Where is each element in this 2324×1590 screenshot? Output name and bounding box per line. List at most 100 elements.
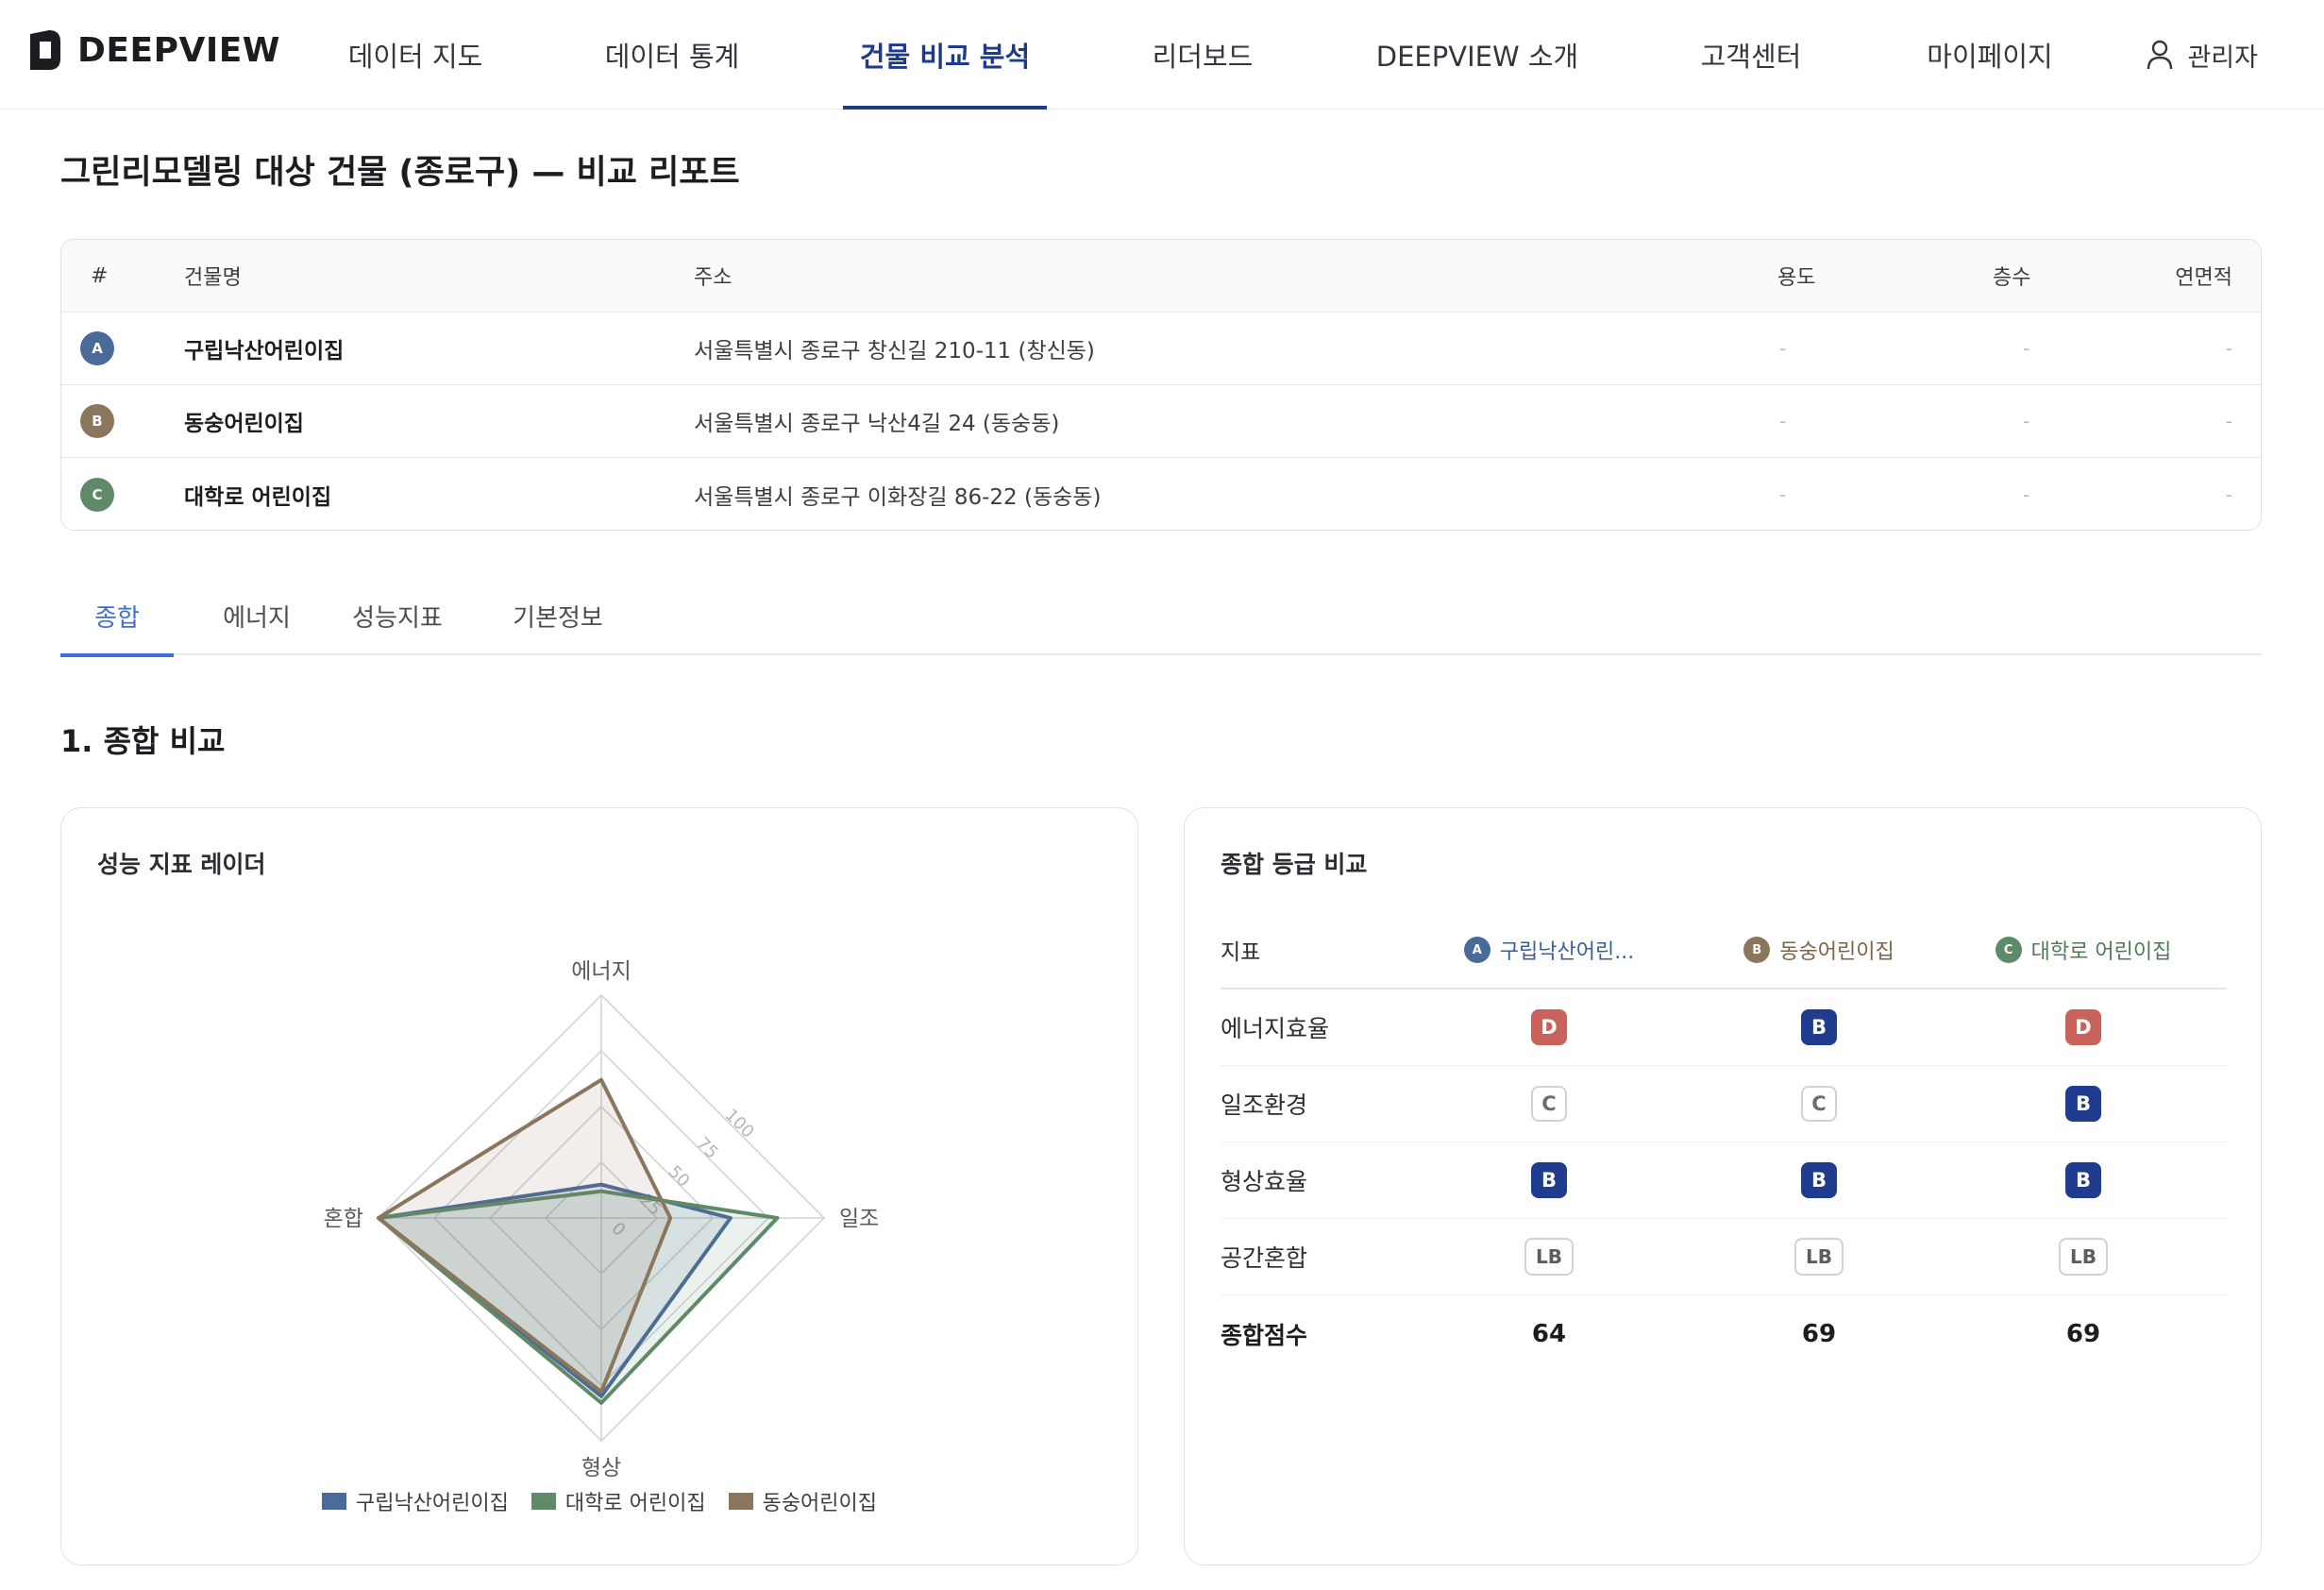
radar-axis-label: 에너지 [571,959,631,984]
building-floors: - [2023,337,2030,360]
nav-item-label: 마이페이지 [1927,41,2053,73]
tab-label: 기본정보 [513,603,603,633]
header-name: 건물명 [184,266,242,290]
user-icon [2147,40,2173,70]
logo-text: DEEPVIEW [77,30,281,70]
tab-label: 종합 [94,603,140,633]
legend-item[interactable]: 동숭어린이집 [728,1486,878,1516]
legend-label: 동숭어린이집 [762,1492,878,1515]
header-index: # [91,263,109,288]
column-badge: A [1463,937,1490,963]
column-badge: B [1743,937,1771,963]
indicator-label: 공간혼합 [1221,1244,1308,1272]
table-row[interactable]: B 동숭어린이집 서울특별시 종로구 낙산4길 24 (동숭동) - - - [61,385,2261,458]
grade-cell: B [1951,1142,2215,1218]
table-row[interactable]: C 대학로 어린이집 서울특별시 종로구 이화장길 86-22 (동숭동) - - - [61,458,2261,530]
nav-item-label: 리더보드 [1152,41,1254,73]
building-column-header: C 대학로 어린이집 [1951,912,2215,988]
legend-item[interactable]: 구립낙산어린이집 [321,1486,509,1516]
nav-item-label: 고객센터 [1700,41,1802,73]
table-row[interactable]: A 구립낙산어린이집 서울특별시 종로구 창신길 210-11 (창신동) - - - [61,313,2261,385]
grade-row: 공간혼합 LB LB LB [1221,1219,2227,1295]
radar-chart-card: 성능 지표 레이더 0 25 50 75 100 에너지 일조 형상 혼합 구립낙산어린이집 대학… [60,807,1138,1565]
tab-label: 성능지표 [352,603,443,633]
score-cell: 69 [1687,1295,1951,1372]
grade-cell: C [1687,1066,1951,1142]
user-menu[interactable]: 관리자 [2146,0,2258,110]
total-score-label: 종합점수 [1221,1321,1308,1349]
building-use: - [1779,482,1787,506]
total-score-row: 종합점수 64 69 69 [1221,1295,2227,1372]
indicator-header: 지표 [1221,940,1261,965]
grade-row: 에너지효율 D B D [1221,990,2227,1066]
nav-item-0[interactable]: 데이터 지도 [335,0,496,110]
tab-1[interactable]: 에너지 [202,576,312,655]
grade-card-title: 종합 등급 비교 [1221,851,1368,878]
chart-legend: 구립낙산어린이집 대학로 어린이집 동숭어린이집 [61,1486,1137,1516]
total-score-value: 69 [1801,1319,1837,1348]
radar-axis-label: 형상 [581,1456,621,1480]
radar-tick-label: 50 [665,1162,694,1192]
table-header-row: # 건물명 주소 용도 층수 연면적 [61,240,2261,313]
nav-item-label: 건물 비교 분석 [859,41,1031,73]
building-column-header: A 구립낙산어린... [1417,912,1681,988]
grade-badge: B [1531,1162,1567,1198]
legend-item[interactable]: 대학로 어린이집 [530,1486,706,1516]
grade-badge: C [1801,1086,1837,1122]
building-area: - [2225,482,2232,506]
tab-0[interactable]: 종합 [60,576,174,657]
building-name: 대학로 어린이집 [184,484,332,510]
building-area: - [2225,337,2232,360]
header-area: 연면적 [2175,266,2232,290]
grade-badge: D [1531,1009,1567,1045]
user-name: 관리자 [2187,42,2258,73]
legend-label: 대학로 어린이집 [564,1492,706,1515]
grade-cell: D [1417,990,1681,1065]
indicator-label: 형상효율 [1221,1168,1308,1195]
tab-2[interactable]: 성능지표 [327,576,468,655]
building-badge: A [80,331,114,365]
nav-item-6[interactable]: 마이페이지 [1910,0,2070,110]
nav-item-4[interactable]: DEEPVIEW 소개 [1364,0,1591,110]
radar-tick-label: 100 [721,1106,758,1142]
grade-row: 형상효율 B B B [1221,1142,2227,1219]
report-tabs: 종합 에너지 성능지표 기본정보 [60,576,2262,657]
nav-item-2[interactable]: 건물 비교 분석 [843,0,1047,110]
column-name: 동숭어린이집 [1779,940,1895,964]
building-column-header: B 동숭어린이집 [1687,912,1951,988]
total-score-value: 69 [2065,1319,2101,1348]
nav-item-3[interactable]: 리더보드 [1137,0,1269,110]
radar-tick-label: 75 [693,1134,722,1163]
column-badge: C [1995,937,2022,963]
grade-cell: B [1951,1066,2215,1142]
nav-item-5[interactable]: 고객센터 [1680,0,1822,110]
building-floors: - [2023,482,2030,506]
row-badge-cell: B [80,385,114,457]
tab-3[interactable]: 기본정보 [487,576,629,655]
column-name: 구립낙산어린... [1499,940,1635,964]
page-title: 그린리모델링 대상 건물 (종로구) — 비교 리포트 [60,154,740,192]
grade-badge: B [2065,1162,2101,1198]
legend-swatch [530,1493,556,1510]
building-use: - [1779,410,1787,432]
grade-badge: LB [1794,1238,1844,1276]
header-floors: 층수 [1993,266,2031,290]
grade-cell: LB [1417,1219,1681,1294]
legend-swatch [321,1493,346,1510]
legend-swatch [728,1493,753,1510]
building-address: 서울특별시 종로구 이화장길 86-22 (동숭동) [694,484,1102,510]
building-badge: B [80,404,114,438]
section-title: 1. 종합 비교 [60,723,226,759]
grade-badge: B [2065,1086,2101,1122]
logo[interactable]: DEEPVIEW [26,26,280,74]
building-floors: - [2023,410,2030,432]
grade-badge: LB [2059,1238,2108,1276]
grade-cell: LB [1687,1219,1951,1294]
nav-item-1[interactable]: 데이터 통계 [592,0,752,110]
building-address: 서울특별시 종로구 낙산4길 24 (동숭동) [694,412,1060,436]
active-tab-indicator [60,653,174,657]
top-navigation: DEEPVIEW 데이터 지도 데이터 통계 건물 비교 분석 리더보드 DEEPVIE… [0,0,2324,110]
grade-cell: B [1687,990,1951,1065]
nav-item-label: 데이터 지도 [347,41,483,73]
radar-axis-label: 일조 [839,1207,879,1231]
